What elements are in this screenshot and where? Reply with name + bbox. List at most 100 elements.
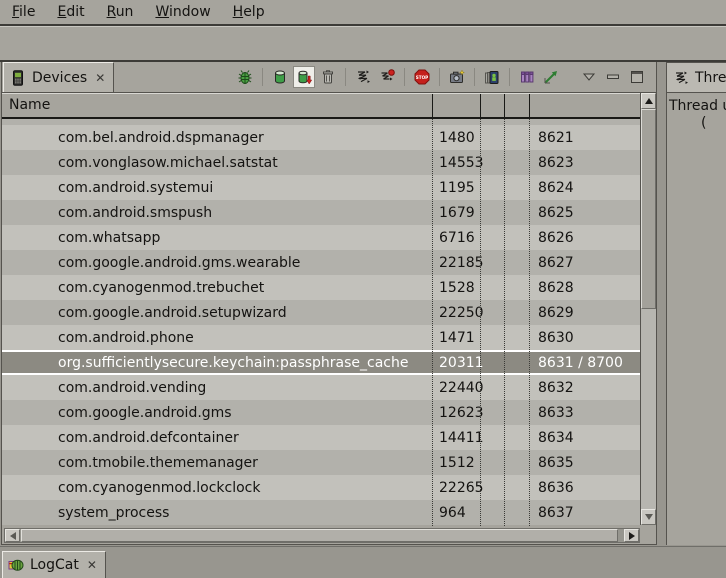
table-row[interactable]: com.vonglasow.michael.satstat145538623 <box>2 150 641 175</box>
column-gridline <box>432 119 433 526</box>
vertical-scrollbar[interactable] <box>640 93 656 525</box>
process-name: com.android.defcontainer <box>2 430 433 446</box>
debug-attach-icon[interactable] <box>234 66 256 88</box>
table-row[interactable]: com.tmobile.thememanager15128635 <box>2 450 641 475</box>
process-port: 8625 <box>530 205 641 221</box>
table-row[interactable]: com.google.android.setupwizard222508629 <box>2 300 641 325</box>
column-divider[interactable] <box>529 94 530 118</box>
table-row[interactable]: com.android.defcontainer14411 8634 <box>2 425 641 450</box>
process-pid: 964 <box>433 505 481 521</box>
update-threads-icon[interactable] <box>352 66 374 88</box>
process-pid: 1195 <box>433 180 481 196</box>
threads-message-line1: Thread up <box>669 98 726 115</box>
update-heap-icon[interactable] <box>269 66 291 88</box>
process-pid: 20311 <box>433 355 481 371</box>
column-gridline <box>480 119 481 526</box>
table-row[interactable]: com.whatsapp67168626 <box>2 225 641 250</box>
left-arrow-icon <box>10 532 16 540</box>
menu-help[interactable]: Help <box>223 2 275 22</box>
table-row[interactable]: com.google.android.gms.wearable221858627 <box>2 250 641 275</box>
process-pid: 14411 <box>433 430 481 446</box>
process-port: 8634 <box>530 430 641 446</box>
scroll-up-button[interactable] <box>641 93 656 109</box>
table-row[interactable]: com.cyanogenmod.lockclock222658636 <box>2 475 641 500</box>
column-divider[interactable] <box>504 94 505 118</box>
column-gridline <box>504 119 505 526</box>
device-screens-icon[interactable] <box>481 66 503 88</box>
table-row[interactable]: com.android.phone14718630 <box>2 325 641 350</box>
logcat-tab-label: LogCat <box>30 557 79 573</box>
process-name: org.sufficientlysecure.keychain:passphra… <box>2 355 433 371</box>
toolbar-separator <box>262 68 263 86</box>
threads-icon <box>673 70 689 86</box>
screen-capture-icon[interactable] <box>446 66 468 88</box>
view-menu-icon[interactable] <box>578 66 600 88</box>
scroll-left-button[interactable] <box>5 529 20 542</box>
process-pid: 1679 <box>433 205 481 221</box>
method-profiling-icon[interactable] <box>376 66 398 88</box>
logcat-icon <box>8 557 24 573</box>
process-name: com.cyanogenmod.lockclock <box>2 480 433 496</box>
process-pid: 22250 <box>433 305 481 321</box>
devices-toolbar: STOP <box>234 62 648 92</box>
close-icon[interactable]: ✕ <box>85 558 97 572</box>
tab-logcat[interactable]: LogCat ✕ <box>2 551 106 578</box>
table-row[interactable]: com.bel.android.dspmanager14808621 <box>2 125 641 150</box>
tab-threads[interactable]: Threads <box>667 63 726 93</box>
close-icon[interactable]: ✕ <box>93 71 105 85</box>
minimize-icon[interactable] <box>602 66 624 88</box>
main-toolbar-strip <box>0 26 726 62</box>
threads-panel: Threads Thread up ( <box>666 62 726 545</box>
menu-bar: FileEditRunWindowHelp <box>0 0 726 26</box>
table-row-selected[interactable]: org.sufficientlysecure.keychain:passphra… <box>2 350 641 375</box>
process-pid: 1480 <box>433 130 481 146</box>
cause-gc-icon[interactable] <box>317 66 339 88</box>
process-port: 8630 <box>530 330 641 346</box>
process-name: com.google.android.gms.wearable <box>2 255 433 271</box>
process-port: 8624 <box>530 180 641 196</box>
dump-hprof-icon[interactable] <box>293 66 315 88</box>
table-row[interactable]: com.cyanogenmod.trebuchet15288628 <box>2 275 641 300</box>
menu-edit[interactable]: Edit <box>47 2 94 22</box>
table-row[interactable]: com.android.smspush16798625 <box>2 200 641 225</box>
vertical-scrollbar-thumb[interactable] <box>641 109 656 309</box>
menu-window[interactable]: Window <box>145 2 220 22</box>
scroll-down-button[interactable] <box>641 509 656 525</box>
horizontal-scrollbar[interactable] <box>4 528 640 543</box>
process-pid: 14553 <box>433 155 481 171</box>
process-port: 8623 <box>530 155 641 171</box>
process-port: 8626 <box>530 230 641 246</box>
column-divider[interactable] <box>480 94 481 118</box>
table-row[interactable]: system_process9648637 <box>2 500 641 525</box>
tab-devices[interactable]: Devices ✕ <box>3 62 114 92</box>
menu-file[interactable]: File <box>2 2 45 22</box>
column-header-name[interactable]: Name <box>9 97 50 113</box>
table-row[interactable]: com.google.android.gms126238633 <box>2 400 641 425</box>
process-pid: 22185 <box>433 255 481 271</box>
process-port: 8632 <box>530 380 641 396</box>
process-name: com.google.android.setupwizard <box>2 305 433 321</box>
table-row[interactable]: com.android.systemui1195 8624 <box>2 175 641 200</box>
toolbar-separator <box>509 68 510 86</box>
maximize-icon[interactable] <box>626 66 648 88</box>
process-port: 8628 <box>530 280 641 296</box>
hierarchy-icon[interactable] <box>516 66 538 88</box>
threads-message: Thread up ( <box>667 93 726 132</box>
table-row[interactable]: com.android.vending22440 8632 <box>2 375 641 400</box>
threads-message-line2: ( <box>701 115 726 132</box>
sysinfo-chart-icon[interactable] <box>540 66 562 88</box>
process-name: com.android.systemui <box>2 180 433 196</box>
process-port: 8631 / 8700 <box>530 355 641 371</box>
table-body: com.bel.android.dspmanager14808621com.vo… <box>2 119 641 526</box>
toolbar-separator <box>404 68 405 86</box>
right-arrow-icon <box>629 532 635 540</box>
stop-process-icon[interactable]: STOP <box>411 66 433 88</box>
scroll-right-button[interactable] <box>624 529 639 542</box>
horizontal-scrollbar-thumb[interactable] <box>21 529 618 542</box>
table-header[interactable]: Name <box>2 93 641 119</box>
up-arrow-icon <box>645 98 653 104</box>
process-pid: 22440 <box>433 380 481 396</box>
column-divider[interactable] <box>432 94 433 118</box>
menu-run[interactable]: Run <box>97 2 144 22</box>
process-name: com.android.vending <box>2 380 433 396</box>
